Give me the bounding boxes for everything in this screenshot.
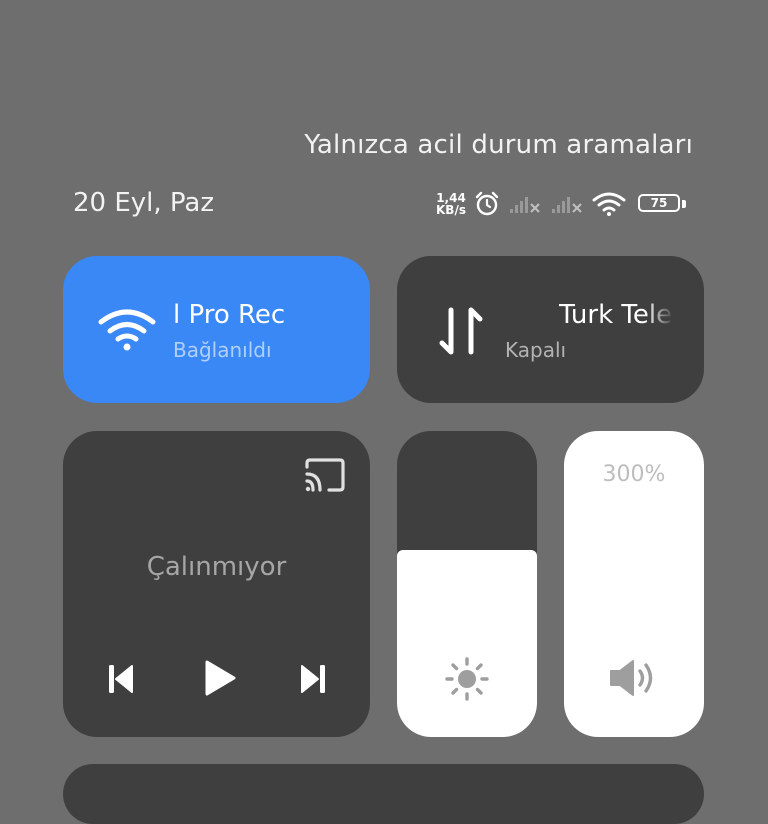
status-icons: 1,44 KB/s 75 bbox=[436, 188, 696, 220]
date-text: 20 Eyl, Paz bbox=[73, 188, 215, 218]
mobile-data-tile[interactable]: Turk Tele Kapalı bbox=[397, 256, 704, 403]
brightness-slider[interactable] bbox=[397, 431, 537, 737]
wifi-tile[interactable]: l Pro Rec Bağlanıldı bbox=[63, 256, 370, 403]
carrier-name: Turk Tele bbox=[559, 300, 673, 330]
mobile-data-icon bbox=[439, 307, 483, 355]
signal-no-service-icon bbox=[510, 197, 540, 213]
skip-next-icon[interactable] bbox=[299, 663, 327, 695]
alarm-clock-icon bbox=[475, 191, 499, 216]
wifi-status: Bağlanıldı bbox=[173, 338, 272, 362]
cast-icon[interactable] bbox=[303, 457, 347, 493]
wifi-network-name: l Pro Rec bbox=[173, 300, 286, 330]
battery-icon: 75 bbox=[638, 194, 686, 214]
brightness-level-fill bbox=[397, 550, 537, 737]
network-speed-icon: 1,44 KB/s bbox=[436, 192, 466, 216]
speaker-icon bbox=[610, 660, 653, 696]
media-status-text: Çalınmıyor bbox=[146, 552, 287, 582]
play-icon[interactable] bbox=[203, 659, 237, 697]
wifi-icon bbox=[98, 309, 156, 351]
mobile-data-status: Kapalı bbox=[505, 338, 567, 362]
bottom-control-tile[interactable] bbox=[63, 764, 704, 824]
skip-previous-icon[interactable] bbox=[107, 663, 135, 695]
sun-icon bbox=[445, 657, 489, 701]
wifi-icon bbox=[592, 192, 626, 216]
volume-percentage: 300% bbox=[602, 462, 666, 487]
signal-no-service-icon bbox=[552, 197, 582, 213]
emergency-calls-only-text: Yalnızca acil durum aramaları bbox=[304, 130, 693, 160]
network-speed-unit: KB/s bbox=[436, 203, 466, 217]
media-player-tile[interactable] bbox=[63, 431, 370, 737]
battery-level: 75 bbox=[638, 194, 680, 212]
